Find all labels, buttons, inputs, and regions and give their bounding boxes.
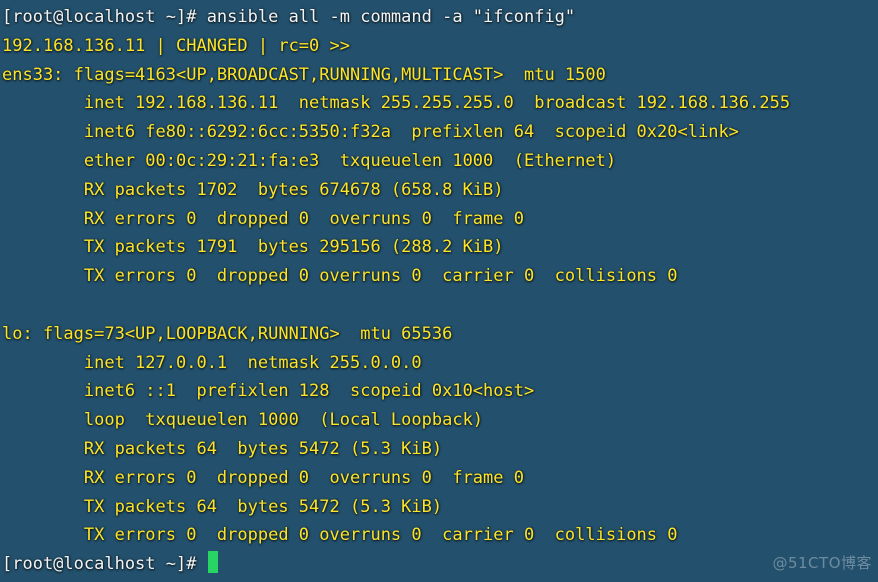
terminal-line-text: 192.168.136.11 | CHANGED | rc=0 >> [2,35,350,56]
terminal-line-text: RX errors 0 dropped 0 overruns 0 frame 0 [2,208,524,229]
terminal-line-text: lo: flags=73<UP,LOOPBACK,RUNNING> mtu 65… [2,323,453,344]
terminal-line: ens33: flags=4163<UP,BROADCAST,RUNNING,M… [2,61,878,90]
terminal-line: [root@localhost ~]# ansible all -m comma… [2,3,878,32]
terminal-line: TX packets 64 bytes 5472 (5.3 KiB) [2,493,878,522]
terminal-line: RX packets 1702 bytes 674678 (658.8 KiB) [2,176,878,205]
terminal-line-text: TX packets 1791 bytes 295156 (288.2 KiB) [2,237,504,258]
terminal-line-text: [root@localhost ~]# ansible all -m comma… [2,7,576,27]
terminal-line: RX errors 0 dropped 0 overruns 0 frame 0 [2,464,878,493]
terminal-line: lo: flags=73<UP,LOOPBACK,RUNNING> mtu 65… [2,320,878,349]
terminal-line: RX packets 64 bytes 5472 (5.3 KiB) [2,435,878,464]
terminal-line: inet6 fe80::6292:6cc:5350:f32a prefixlen… [2,118,878,147]
terminal-window[interactable]: [root@localhost ~]# ansible all -m comma… [0,0,878,582]
terminal-line-text: inet 127.0.0.1 netmask 255.0.0.0 [2,352,422,373]
text-cursor [207,551,219,574]
terminal-line-text: inet6 fe80::6292:6cc:5350:f32a prefixlen… [2,122,739,143]
terminal-line-text: ens33: flags=4163<UP,BROADCAST,RUNNING,M… [2,64,606,85]
prompt-text: [root@localhost ~]# [2,554,207,575]
shell-prompt-line: [root@localhost ~]# [2,550,878,579]
terminal-line: loop txqueuelen 1000 (Local Loopback) [2,406,878,435]
terminal-line-text: RX packets 64 bytes 5472 (5.3 KiB) [2,438,443,459]
terminal-line: ether 00:0c:29:21:fa:e3 txqueuelen 1000 … [2,147,878,176]
terminal-line-text: TX packets 64 bytes 5472 (5.3 KiB) [2,496,443,517]
terminal-line: TX packets 1791 bytes 295156 (288.2 KiB) [2,233,878,262]
terminal-line: inet6 ::1 prefixlen 128 scopeid 0x10<hos… [2,377,878,406]
watermark-label: @51CTO博客 [772,554,872,573]
terminal-line: inet 192.168.136.11 netmask 255.255.255.… [2,89,878,118]
terminal-line: TX errors 0 dropped 0 overruns 0 carrier… [2,521,878,550]
terminal-output: [root@localhost ~]# ansible all -m comma… [2,3,878,550]
terminal-line: inet 127.0.0.1 netmask 255.0.0.0 [2,349,878,378]
terminal-line-text: loop txqueuelen 1000 (Local Loopback) [2,410,484,431]
terminal-line-text: RX errors 0 dropped 0 overruns 0 frame 0 [2,467,524,488]
terminal-line: TX errors 0 dropped 0 overruns 0 carrier… [2,262,878,291]
terminal-line-text: inet 192.168.136.11 netmask 255.255.255.… [2,93,791,114]
terminal-line: RX errors 0 dropped 0 overruns 0 frame 0 [2,205,878,234]
terminal-line-text: TX errors 0 dropped 0 overruns 0 carrier… [2,266,678,287]
terminal-line-text: TX errors 0 dropped 0 overruns 0 carrier… [2,525,678,546]
terminal-line-text: ether 00:0c:29:21:fa:e3 txqueuelen 1000 … [2,150,617,171]
terminal-line-text: inet6 ::1 prefixlen 128 scopeid 0x10<hos… [2,381,535,402]
terminal-line-text: RX packets 1702 bytes 674678 (658.8 KiB) [2,179,504,200]
terminal-line: 192.168.136.11 | CHANGED | rc=0 >> [2,32,878,61]
terminal-screen[interactable]: [root@localhost ~]# ansible all -m comma… [0,0,878,582]
